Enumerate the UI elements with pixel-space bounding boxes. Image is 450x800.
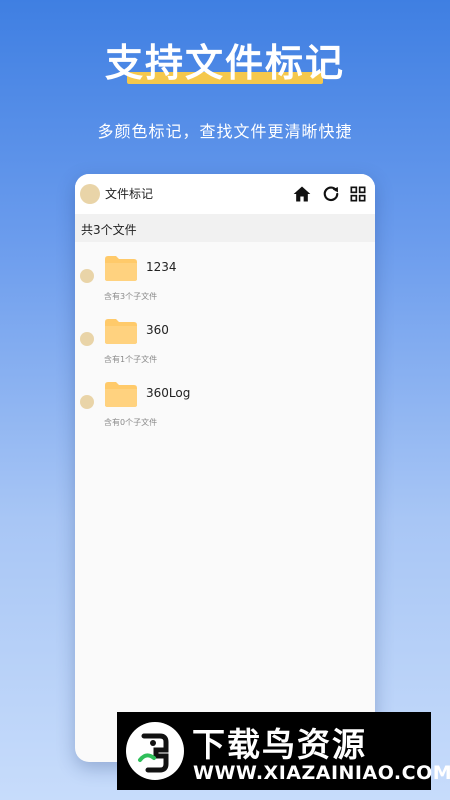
color-mark[interactable]	[80, 395, 94, 409]
folder-icon	[103, 254, 139, 282]
file-count-bar: 共3个文件	[75, 214, 375, 242]
list-item[interactable]: 1234 含有3个子文件	[75, 254, 375, 314]
promo-title: 支持文件标记	[104, 41, 345, 85]
list-item[interactable]: 360Log 含有0个子文件	[75, 380, 375, 440]
watermark-name: 下载鸟资源	[192, 725, 367, 764]
file-count: 共3个文件	[81, 223, 137, 237]
file-name: 1234	[146, 260, 177, 274]
file-name: 360	[146, 323, 169, 337]
color-mark[interactable]	[80, 269, 94, 283]
list-item[interactable]: 360 含有1个子文件	[75, 317, 375, 377]
file-name: 360Log	[146, 386, 191, 400]
bird-logo-icon	[126, 722, 184, 780]
app-avatar[interactable]	[80, 184, 100, 204]
folder-icon	[103, 317, 139, 345]
promo-title-block: 支持文件标记	[105, 38, 345, 88]
watermark-banner: 下载鸟资源 WWW.XIAZAINIAO.COM	[117, 712, 450, 790]
file-subcount: 含有3个子文件	[104, 292, 158, 301]
watermark-url: WWW.XIAZAINIAO.COM	[193, 762, 450, 784]
app-bar: 文件标记	[75, 174, 375, 214]
folder-icon	[103, 380, 139, 408]
refresh-icon[interactable]	[321, 184, 341, 204]
file-subcount: 含有0个子文件	[104, 418, 158, 427]
color-mark[interactable]	[80, 332, 94, 346]
promo-title-area: 支持文件标记	[0, 38, 450, 88]
grid-icon[interactable]	[348, 184, 368, 204]
home-icon[interactable]	[292, 184, 312, 204]
app-title: 文件标记	[105, 187, 154, 201]
promo-subtitle: 多颜色标记，查找文件更清晰快捷	[97, 122, 353, 141]
file-subcount: 含有1个子文件	[104, 355, 158, 364]
phone-screen: 文件标记 共3个文件 1234 含有3个子文件 360 含有1个子文件 360L…	[75, 174, 375, 762]
